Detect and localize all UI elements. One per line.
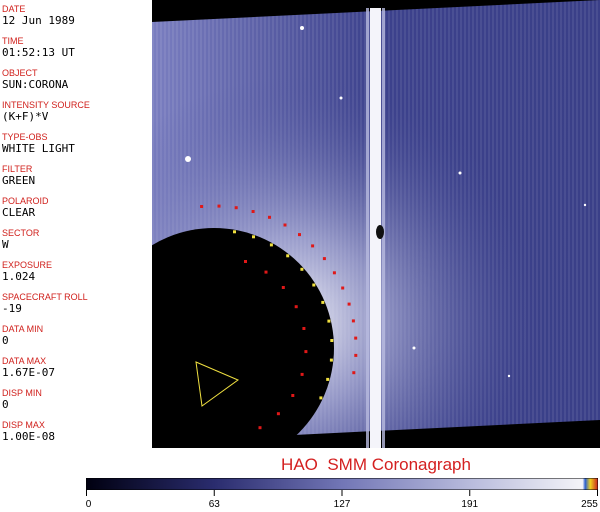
meta-row: INTENSITY SOURCE (K+F)*V bbox=[2, 100, 150, 123]
meta-value: (K+F)*V bbox=[2, 110, 49, 123]
meta-value: WHITE LIGHT bbox=[2, 142, 75, 155]
meta-row: DISP MIN 0 bbox=[2, 388, 150, 411]
occulter-dot bbox=[329, 358, 333, 362]
meta-value: 1.024 bbox=[2, 270, 36, 283]
occulter-dot bbox=[311, 244, 315, 248]
occulter-dot bbox=[269, 243, 273, 247]
meta-value: 01:52:13 UT bbox=[2, 46, 75, 59]
meta-row: DISP MAX 1.00E-08 bbox=[2, 420, 150, 443]
occulter-dot bbox=[341, 286, 345, 290]
meta-value: W bbox=[2, 238, 9, 251]
occulter-dot bbox=[327, 319, 331, 323]
occulter-dot bbox=[322, 257, 326, 261]
meta-row: POLAROID CLEAR bbox=[2, 196, 150, 219]
meta-row: SPACECRAFT ROLL -19 bbox=[2, 292, 150, 315]
occulter-dot bbox=[302, 327, 306, 330]
meta-value: SUN:CORONA bbox=[2, 78, 69, 91]
occulter-dot bbox=[351, 319, 355, 323]
occulter-dot bbox=[352, 371, 356, 375]
meta-row: DATA MAX 1.67E-07 bbox=[2, 356, 150, 379]
colorbar-tick-label: 0 bbox=[85, 499, 92, 510]
meta-row: EXPOSURE 1.024 bbox=[2, 260, 150, 283]
occulter-dot bbox=[312, 283, 316, 287]
occulter-dot bbox=[354, 353, 358, 357]
colorbar-tick-label: 191 bbox=[461, 499, 479, 510]
meta-label: POLAROID bbox=[2, 196, 49, 206]
occulter-dot bbox=[217, 204, 221, 208]
colorbar-tick-label: 255 bbox=[581, 499, 598, 510]
metadata-panel: DATE 12 Jun 1989 TIME 01:52:13 UT OBJECT SUN:… bbox=[0, 0, 153, 448]
meta-label: EXPOSURE bbox=[2, 260, 53, 270]
occulter-dot bbox=[244, 260, 247, 263]
occulter-dot bbox=[281, 286, 285, 289]
occulter-dot bbox=[347, 302, 351, 306]
meta-row: TIME 01:52:13 UT bbox=[2, 36, 150, 59]
occulter-dot bbox=[268, 215, 271, 219]
meta-value: GREEN bbox=[2, 174, 36, 187]
meta-value: 0 bbox=[2, 398, 9, 411]
occulter-dot bbox=[321, 300, 325, 304]
occulter-dot bbox=[200, 205, 204, 208]
occulter-dot bbox=[233, 230, 236, 234]
instrument-caption: HAO SMM Coronagraph bbox=[281, 455, 471, 474]
meta-label: DISP MAX bbox=[2, 420, 45, 430]
meta-label: TYPE-OBS bbox=[2, 132, 48, 142]
occulter-dot bbox=[264, 270, 268, 274]
meta-label: SPACECRAFT ROLL bbox=[2, 292, 88, 302]
meta-label: DATE bbox=[2, 4, 26, 14]
meta-label: TIME bbox=[2, 36, 24, 46]
occulter-dot bbox=[276, 412, 280, 416]
occulter-dot bbox=[258, 426, 262, 430]
colorbar-tick-label: 127 bbox=[333, 499, 351, 510]
meta-label: FILTER bbox=[2, 164, 33, 174]
meta-value: 1.00E-08 bbox=[2, 430, 55, 443]
coronagraph-svg bbox=[152, 0, 600, 448]
coronagraph-image bbox=[152, 0, 600, 448]
meta-row: SECTOR W bbox=[2, 228, 150, 251]
occulter-dot bbox=[283, 223, 287, 227]
meta-row: TYPE-OBS WHITE LIGHT bbox=[2, 132, 150, 155]
occulter-dot bbox=[234, 206, 238, 210]
occulter-dot bbox=[291, 394, 295, 397]
occulter-dot bbox=[304, 350, 308, 354]
meta-label: INTENSITY SOURCE bbox=[2, 100, 90, 110]
occulter-dot bbox=[330, 339, 334, 342]
occulter-dot bbox=[298, 233, 301, 237]
meta-label: OBJECT bbox=[2, 68, 38, 78]
meta-value: -19 bbox=[2, 302, 22, 315]
meta-value: 1.67E-07 bbox=[2, 366, 55, 379]
meta-label: SECTOR bbox=[2, 228, 40, 238]
colorbar-ticks bbox=[86, 490, 598, 496]
occulter-dot bbox=[332, 271, 336, 275]
occulter-dot bbox=[300, 372, 304, 376]
colorbar bbox=[86, 478, 598, 490]
occulter-dot bbox=[286, 254, 290, 258]
colorbar-tick-label: 63 bbox=[208, 499, 220, 510]
occulter-dot bbox=[294, 305, 298, 309]
occulter-dot bbox=[326, 377, 330, 381]
meta-label: DATA MIN bbox=[2, 324, 44, 334]
meta-row: FILTER GREEN bbox=[2, 164, 150, 187]
meta-value: CLEAR bbox=[2, 206, 36, 219]
meta-value: 12 Jun 1989 bbox=[2, 14, 75, 27]
meta-row: DATE 12 Jun 1989 bbox=[2, 4, 150, 27]
occulter-dot bbox=[251, 210, 255, 213]
occulter-dot bbox=[354, 336, 358, 340]
meta-row: OBJECT SUN:CORONA bbox=[2, 68, 150, 91]
meta-label: DISP MIN bbox=[2, 388, 42, 398]
occulter-dot bbox=[252, 235, 255, 239]
meta-value: 0 bbox=[2, 334, 9, 347]
meta-label: DATA MAX bbox=[2, 356, 47, 366]
occulter-dot bbox=[319, 396, 323, 400]
occulter-dot bbox=[300, 267, 304, 271]
meta-row: DATA MIN 0 bbox=[2, 324, 150, 347]
